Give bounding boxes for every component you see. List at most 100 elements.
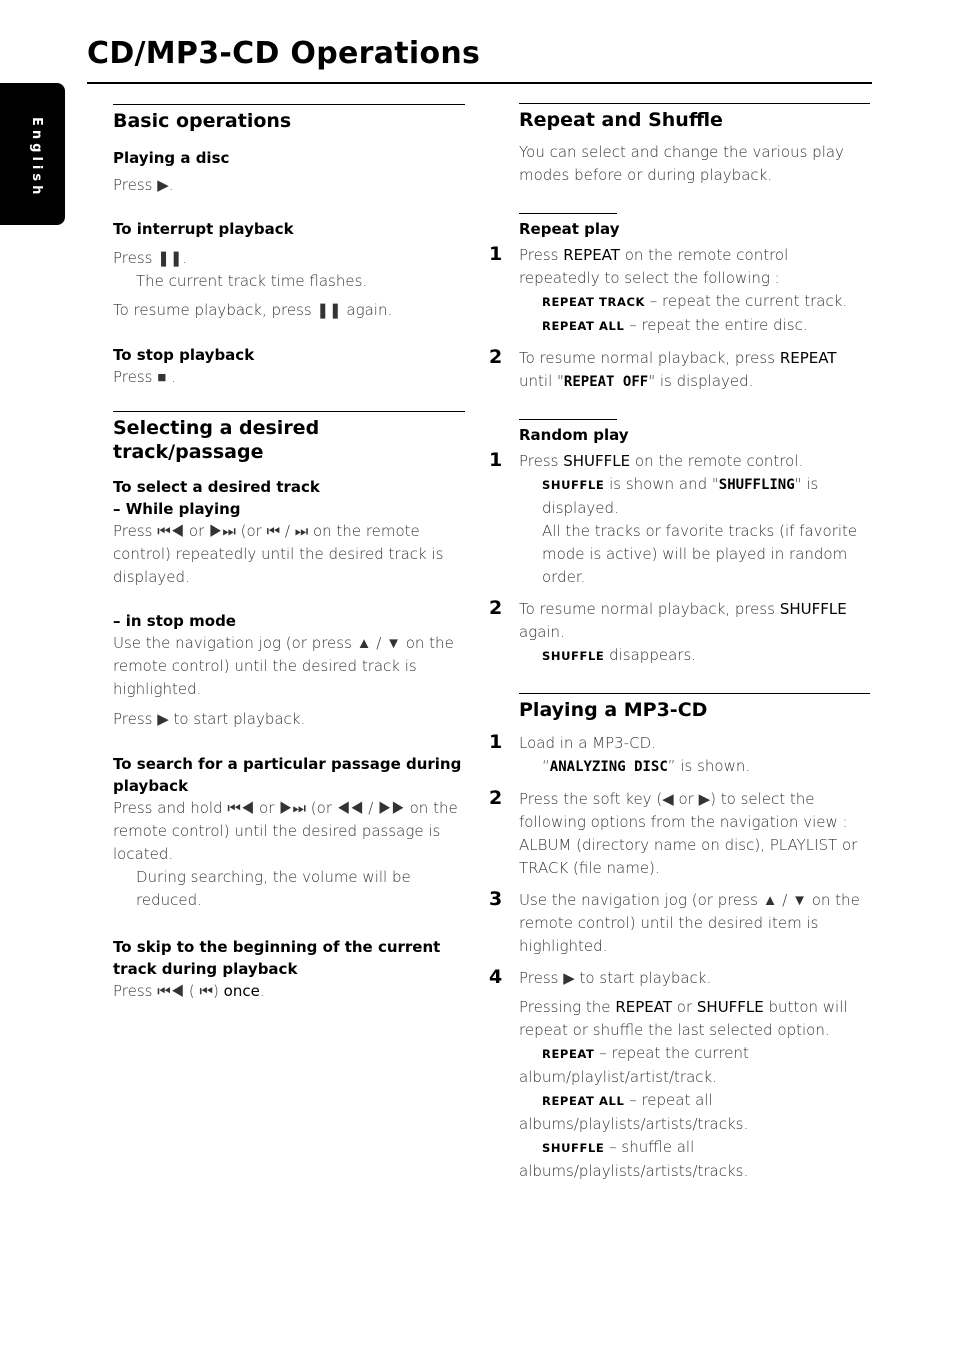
skip-text-post: .	[259, 982, 265, 1000]
heading-random-play: Random play	[519, 426, 629, 444]
option-label: REPEAT ALL	[542, 1094, 625, 1108]
subsection-rule	[519, 419, 617, 420]
subsection-rule	[519, 213, 617, 214]
heading-while-playing: – While playing	[113, 500, 241, 518]
step-text: disappears.	[604, 646, 697, 664]
random-note: All the tracks or favorite tracks (if fa…	[542, 522, 858, 586]
heading-basic-operations: Basic operations	[113, 110, 292, 132]
option-label: REPEAT TRACK	[542, 295, 646, 309]
language-tab-label: English	[29, 117, 44, 199]
repeat-step-2: 2 To resume normal playback, press REPEA…	[489, 346, 870, 394]
mp3-note: Pressing the REPEAT or SHUFFLE button wi…	[519, 996, 870, 1042]
heading-selecting: Selecting a desired track/passage	[113, 417, 320, 463]
random-step-1: 1 Press SHUFFLE on the remote control. S…	[489, 449, 870, 589]
mp3-step-4: 4 Press ▶ to start playback.	[489, 966, 870, 990]
heading-stop-mode: – in stop mode	[113, 612, 236, 630]
option-label: SHUFFLE	[542, 1141, 605, 1155]
step-text: on the remote control.	[630, 452, 804, 470]
lcd-text: ANALYZING DISC	[549, 759, 668, 775]
step-number: 1	[489, 243, 503, 265]
stop-mode-text: Use the navigation jog (or press ▲ / ▼ o…	[113, 634, 454, 698]
step-number: 3	[489, 888, 503, 910]
repeat-shuffle-intro: You can select and change the various pl…	[519, 143, 844, 184]
skip-text-bold: once	[223, 982, 260, 1000]
step-text: until "	[519, 372, 564, 390]
step-text: Press ▶ to start playback.	[519, 969, 712, 987]
playing-text: Press ▶.	[113, 176, 174, 194]
option-repeat-all: REPEAT ALL – repeat the entire disc.	[519, 314, 870, 338]
mp3-step-3: 3 Use the navigation jog (or press ▲ / ▼…	[489, 888, 870, 958]
step-number: 1	[489, 449, 503, 471]
step-text: ” is shown.	[667, 757, 751, 775]
step-bold: SHUFFLE	[563, 452, 631, 470]
shuffle-indicator: SHUFFLE	[542, 478, 605, 492]
section-rule	[113, 104, 465, 105]
heading-select-track: To select a desired track	[113, 478, 320, 496]
heading-stop: To stop playback	[113, 346, 255, 364]
step-number: 1	[489, 731, 503, 753]
mp3-option-repeat: REPEAT – repeat the current album/playli…	[519, 1042, 870, 1089]
heading-skip: To skip to the beginning of the current …	[113, 938, 441, 978]
shuffle-indicator: SHUFFLE	[542, 649, 605, 663]
mp3-option-repeat-all: REPEAT ALL – repeat all albums/playlists…	[519, 1089, 870, 1136]
mp3-step-1: 1 Load in a MP3-CD. “ANALYZING DISC” is …	[489, 731, 870, 779]
step-text: To resume normal playback, press	[519, 600, 780, 618]
step-number: 4	[489, 966, 503, 988]
option-label: REPEAT	[542, 1047, 595, 1061]
step-text: Press the soft key (◀ or ▶) to select th…	[519, 790, 858, 877]
page-title: CD/MP3-CD Operations	[87, 36, 481, 71]
step-text: “	[542, 757, 550, 775]
option-desc: – repeat the current track.	[645, 292, 848, 310]
heading-repeat-play: Repeat play	[519, 220, 620, 238]
repeat-step-1: 1 Press REPEAT on the remote control rep…	[489, 243, 870, 338]
random-step-2: 2 To resume normal playback, press SHUFF…	[489, 597, 870, 668]
left-column: Basic operations Playing a disc Press ▶.…	[113, 104, 465, 1003]
mp3-step-2: 2 Press the soft key (◀ or ▶) to select …	[489, 787, 870, 880]
section-rule	[113, 411, 465, 412]
option-label: REPEAT ALL	[542, 319, 625, 333]
skip-text: Press ⏮◀ ( ⏮) once.	[113, 980, 465, 1003]
stop-mode-press: Press ▶ to start playback.	[113, 710, 306, 728]
step-text: Load in a MP3-CD.	[519, 734, 656, 752]
lcd-text: REPEAT OFF	[563, 374, 649, 390]
step-text: Press	[519, 246, 564, 264]
step-bold: REPEAT	[779, 349, 837, 367]
heading-interrupt: To interrupt playback	[113, 220, 294, 238]
search-note: During searching, the volume will be red…	[136, 868, 411, 909]
heading-playing-disc: Playing a disc	[113, 149, 230, 167]
step-text: " is displayed.	[648, 372, 754, 390]
note-text: Pressing the	[519, 998, 616, 1016]
heading-repeat-shuffle: Repeat and Shuffle	[519, 109, 723, 131]
skip-text-pre: Press ⏮◀ ( ⏮)	[113, 982, 224, 1000]
stop-text: Press ■ .	[113, 368, 176, 386]
interrupt-text: Press ❚❚.	[113, 249, 188, 267]
note-bold: SHUFFLE	[696, 998, 764, 1016]
mp3-option-shuffle: SHUFFLE – shuffle all albums/playlists/a…	[519, 1136, 870, 1183]
lcd-text: SHUFFLING	[718, 477, 795, 493]
step-text: Press	[519, 452, 564, 470]
step-text: To resume normal playback, press	[519, 349, 780, 367]
note-text: or	[672, 998, 697, 1016]
language-tab: English	[0, 83, 65, 225]
step-bold: SHUFFLE	[779, 600, 847, 618]
right-column: Repeat and Shuffle You can select and ch…	[489, 103, 870, 1183]
step-bold: REPEAT	[563, 246, 620, 264]
note-bold: REPEAT	[615, 998, 672, 1016]
section-rule	[519, 693, 870, 694]
while-playing-text: Press ⏮◀ or ▶⏭ (or ⏮ / ⏭ on the remote c…	[113, 522, 444, 586]
heading-search: To search for a particular passage durin…	[113, 755, 462, 795]
step-number: 2	[489, 787, 503, 809]
heading-mp3: Playing a MP3-CD	[519, 699, 708, 721]
search-text: Press and hold ⏮◀ or ▶⏭ (or ◀◀ / ▶▶ on t…	[113, 799, 458, 863]
step-text: again.	[519, 623, 565, 641]
step-number: 2	[489, 346, 503, 368]
step-text: is shown and "	[604, 475, 719, 493]
step-number: 2	[489, 597, 503, 619]
step-text: Use the navigation jog (or press ▲ / ▼ o…	[519, 891, 860, 955]
option-repeat-track: REPEAT TRACK – repeat the current track.	[519, 290, 870, 314]
section-rule	[519, 103, 870, 104]
option-desc: – repeat the entire disc.	[624, 316, 808, 334]
interrupt-note: The current track time flashes.	[136, 272, 368, 290]
resume-text: To resume playback, press ❚❚ again.	[113, 301, 393, 319]
title-rule	[87, 82, 872, 84]
